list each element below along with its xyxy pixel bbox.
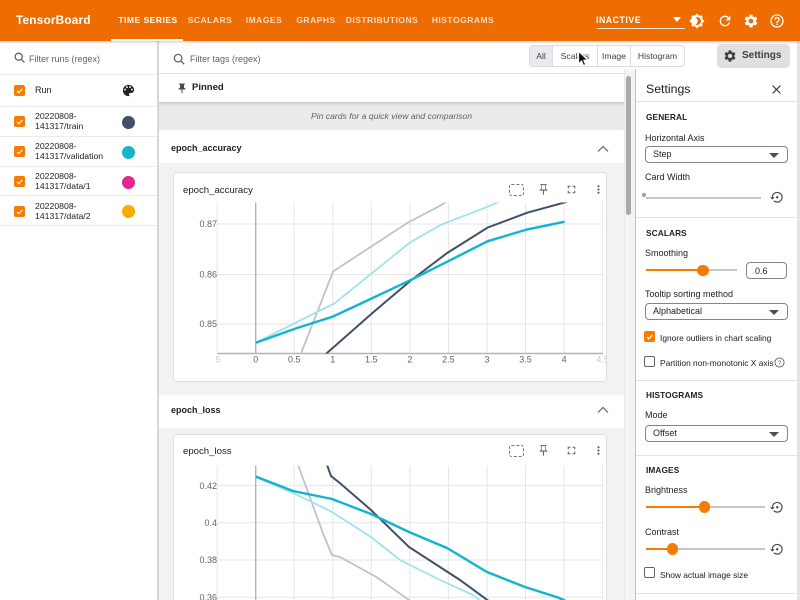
svg-text:0.36: 0.36 (199, 592, 217, 600)
svg-text:1.5: 1.5 (365, 355, 378, 365)
svg-text:0.5: 0.5 (288, 355, 301, 365)
svg-text:0.38: 0.38 (199, 555, 217, 565)
svg-text:0.87: 0.87 (199, 219, 217, 229)
svg-text:4.5: 4.5 (596, 355, 607, 365)
svg-text:0: 0 (253, 355, 258, 365)
svg-text:5: 5 (215, 355, 220, 365)
svg-text:4: 4 (562, 355, 567, 365)
svg-text:3: 3 (484, 355, 489, 365)
svg-text:0.85: 0.85 (199, 319, 217, 329)
svg-text:?: ? (778, 360, 782, 367)
svg-text:0.42: 0.42 (199, 481, 217, 491)
svg-text:0.4: 0.4 (204, 518, 217, 528)
svg-text:2.5: 2.5 (442, 355, 455, 365)
svg-text:2: 2 (407, 355, 412, 365)
svg-text:3.5: 3.5 (519, 355, 532, 365)
svg-text:0.86: 0.86 (199, 270, 217, 280)
svg-text:1: 1 (330, 355, 335, 365)
